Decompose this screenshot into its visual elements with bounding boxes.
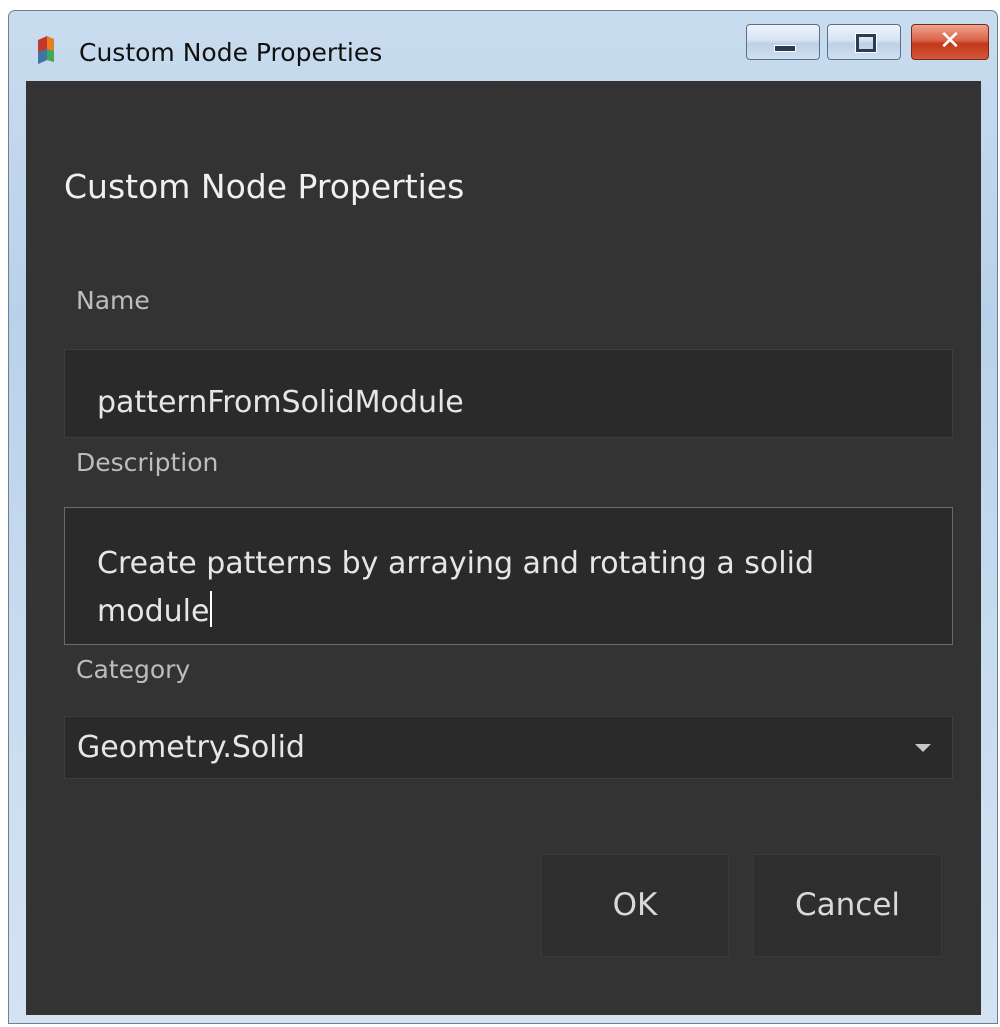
minimize-button[interactable] bbox=[746, 24, 820, 60]
name-label: Name bbox=[76, 286, 150, 315]
maximize-button[interactable] bbox=[827, 24, 901, 60]
close-button[interactable]: ✕ bbox=[911, 24, 989, 60]
close-icon: ✕ bbox=[939, 26, 961, 56]
dialog-heading: Custom Node Properties bbox=[64, 167, 465, 206]
dialog-window: Custom Node Properties ✕ Custom Node Pro… bbox=[8, 10, 998, 1024]
category-dropdown[interactable]: Geometry.Solid bbox=[64, 716, 953, 779]
name-value: patternFromSolidModule bbox=[97, 385, 464, 420]
title-bar[interactable]: Custom Node Properties ✕ bbox=[9, 11, 997, 81]
maximize-icon bbox=[856, 34, 876, 52]
chevron-down-icon[interactable] bbox=[915, 744, 931, 752]
description-label: Description bbox=[76, 448, 219, 477]
description-value: Create patterns by arraying and rotating… bbox=[97, 546, 814, 629]
minimize-icon bbox=[774, 45, 796, 52]
name-input[interactable]: patternFromSolidModule bbox=[64, 349, 953, 438]
window-title: Custom Node Properties bbox=[79, 38, 383, 67]
category-label: Category bbox=[76, 655, 191, 684]
ok-button[interactable]: OK bbox=[541, 854, 729, 957]
description-input[interactable]: Create patterns by arraying and rotating… bbox=[64, 507, 953, 645]
dialog-content: Custom Node Properties Name patternFromS… bbox=[26, 81, 981, 1015]
text-caret bbox=[210, 591, 213, 627]
category-selected-value: Geometry.Solid bbox=[77, 730, 305, 765]
dynamo-app-icon bbox=[38, 36, 54, 64]
cancel-button[interactable]: Cancel bbox=[753, 854, 942, 957]
